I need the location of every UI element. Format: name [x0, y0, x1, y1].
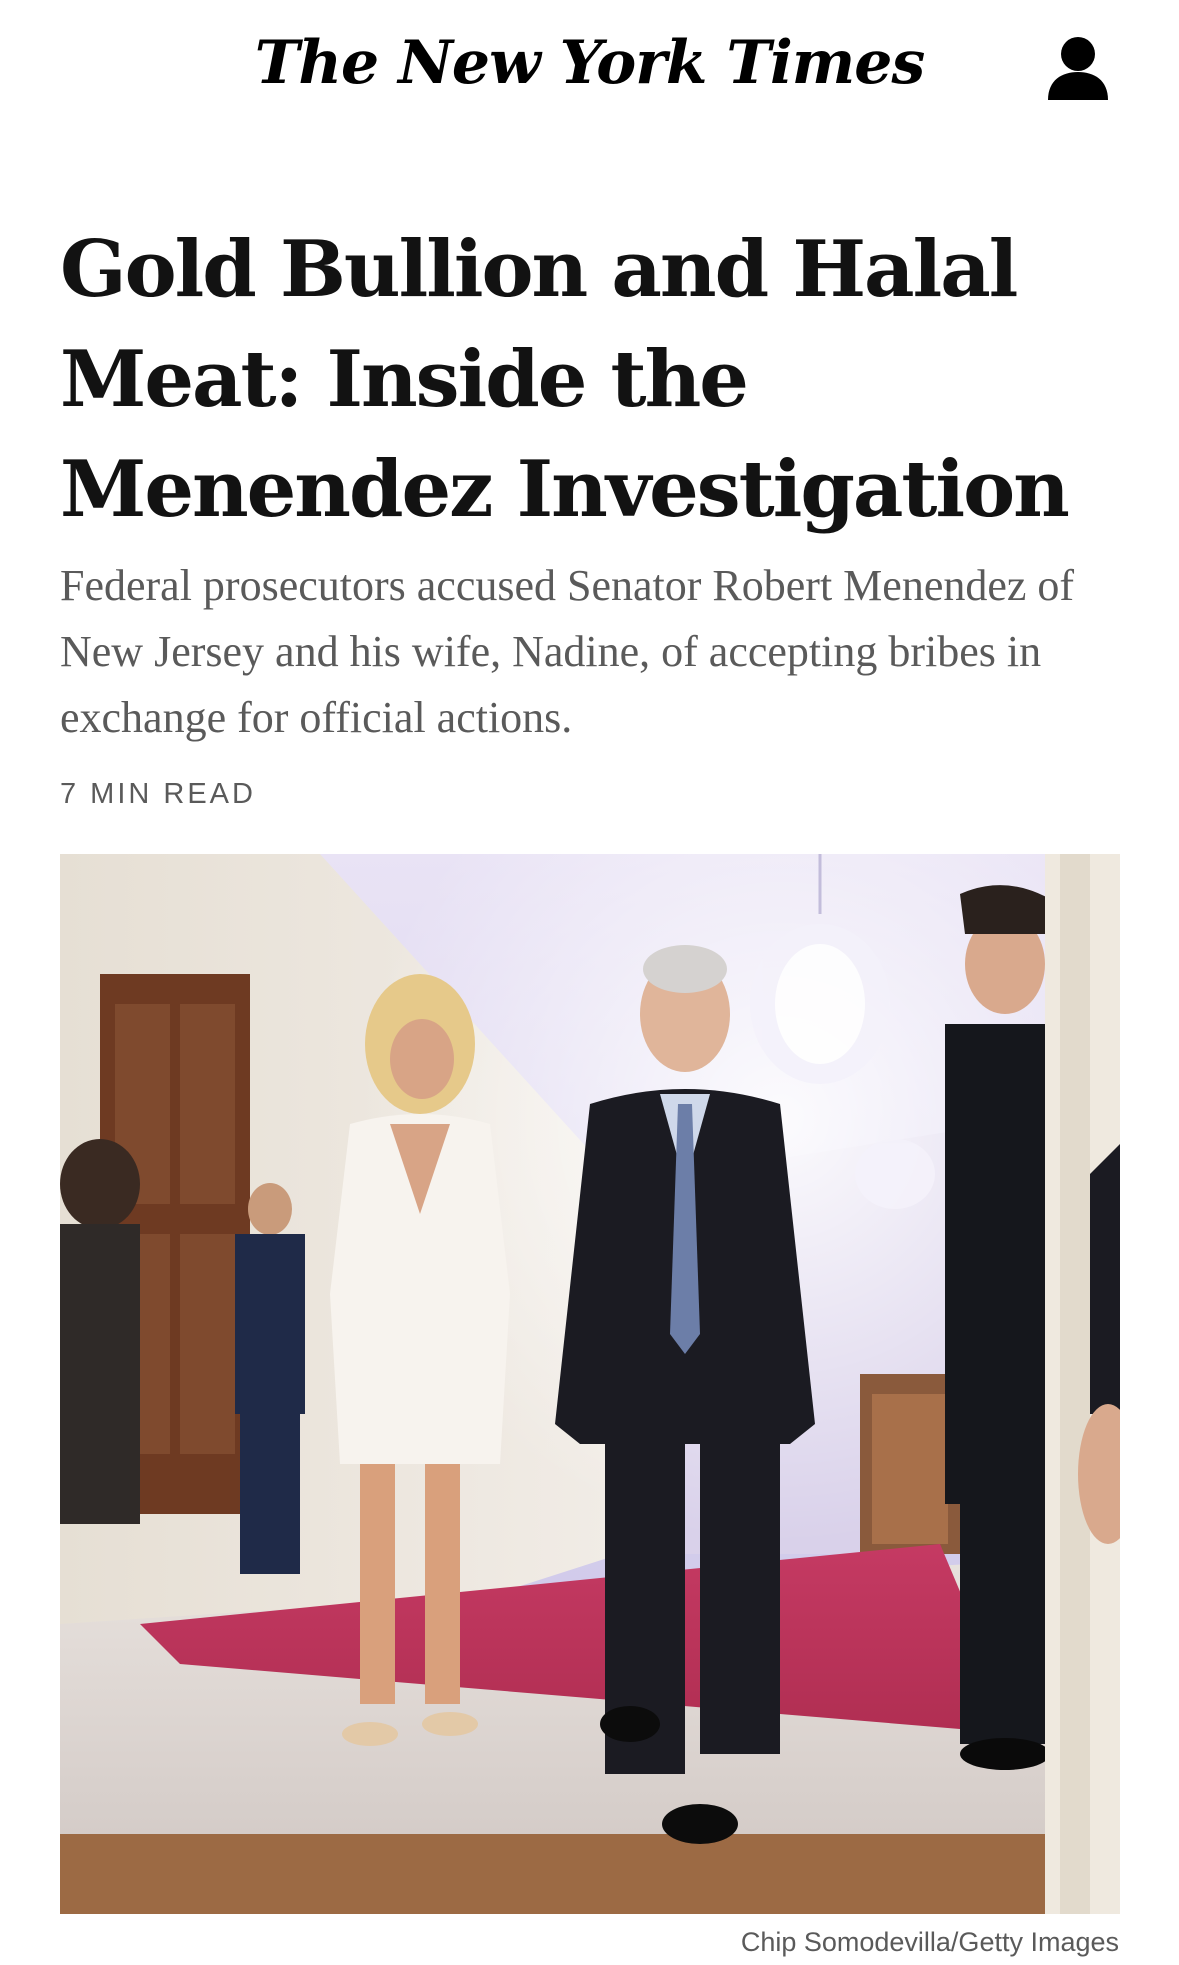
article-headline: Gold Bullion and Halal Meat: Inside the … [60, 224, 1070, 535]
nyt-logo[interactable]: The New York Times [0, 28, 1179, 98]
person-icon [1048, 37, 1108, 100]
read-time: 7 MIN READ [60, 778, 256, 810]
masthead: The New York Times [0, 0, 1179, 140]
article-summary: Federal prosecutors accused Senator Robe… [60, 561, 1075, 742]
account-button[interactable] [1046, 34, 1110, 106]
photo-credit: Chip Somodevilla/Getty Images [740, 1927, 1119, 1957]
article-photo [60, 854, 1120, 1914]
photo-illustration [60, 854, 1120, 1914]
